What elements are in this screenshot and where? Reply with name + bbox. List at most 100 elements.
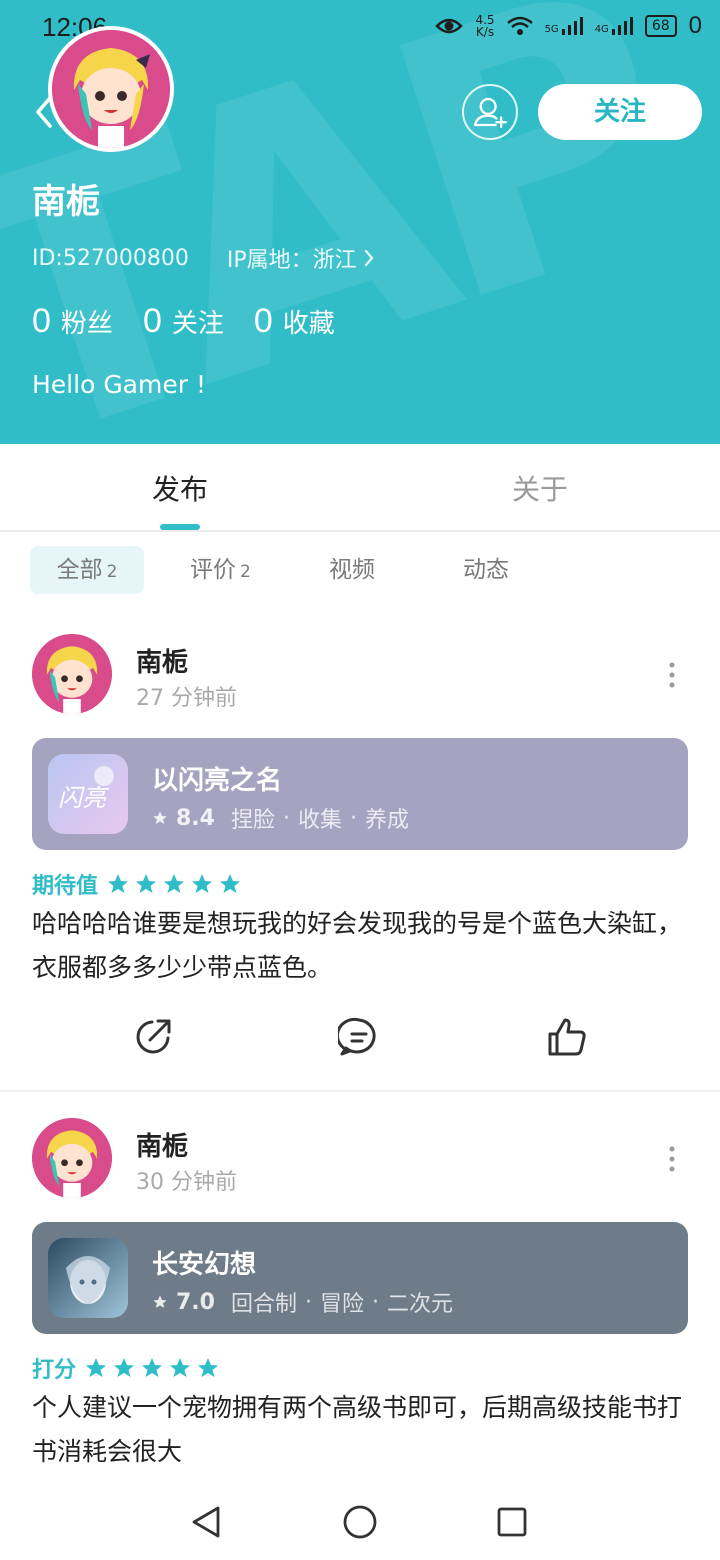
status-icons: 4.5 K/s 5G 4G 68 0 [435,12,702,40]
chevron-right-icon [364,249,374,267]
game-title: 以闪亮之名 [152,766,283,796]
avatar-illustration [52,30,170,148]
network-speed: 4.5 K/s [475,13,495,39]
game-card[interactable]: 长安幻想 7.0 回合制 · 冒险 · 二次元 [32,1222,688,1334]
post-author[interactable]: 南栀 [136,1126,188,1163]
nav-recents-icon[interactable] [492,1502,532,1542]
tab-about[interactable]: 关于 [512,468,568,508]
stat-favorites-count: 0 [253,302,273,340]
nav-home-icon[interactable] [340,1502,380,1542]
tag-separator: · [372,1289,380,1315]
post-avatar[interactable] [32,1118,112,1198]
post-item: 南栀 27 分钟前 闪亮 以闪亮之名 8.4 捏脸 · 收集 · 养成 期待值 … [0,632,720,1092]
filter-all-label: 全部 [56,557,103,583]
rating-stars [106,872,242,896]
stat-fans-label: 粉丝 [60,309,113,339]
wifi-icon [506,16,533,35]
signal-5g: 5G [545,17,583,35]
star-icon [198,1358,219,1377]
post-text[interactable]: 个人建议一个宠物拥有两个高级书即可，后期高级技能书打书消耗会很大 [32,1386,688,1474]
like-icon[interactable] [546,1016,588,1058]
game-tag: 二次元 [387,1292,454,1317]
avatar-illustration [32,1118,112,1198]
game-tag: 养成 [365,808,410,833]
add-friend-icon[interactable] [462,84,518,140]
rating-row: 期待值 [32,868,242,900]
profile-avatar[interactable] [48,26,174,152]
stat-favorites-label: 收藏 [282,309,335,339]
star-icon [164,874,185,893]
stat-following[interactable]: 0 关注 [143,302,224,341]
battery-indicator: 68 [644,15,677,37]
tag-separator: · [305,1289,312,1315]
game-tag: 回合制 [230,1292,297,1317]
post-author[interactable]: 南栀 [136,642,188,679]
rating-label: 期待值 [32,874,99,899]
star-icon [86,1358,107,1377]
game-tag: 收集 [298,808,343,833]
rating-label: 打分 [32,1358,77,1383]
filter-moment[interactable]: 动态 [463,546,509,594]
game-card[interactable]: 闪亮 以闪亮之名 8.4 捏脸 · 收集 · 养成 [32,738,688,850]
follow-button[interactable]: 关注 [538,84,702,140]
star-icon [153,811,167,824]
stat-fans-count: 0 [32,302,51,340]
profile-stats: 0 粉丝 0 关注 0 收藏 [32,302,335,341]
filter-review-count: 2 [240,562,251,582]
stat-fans[interactable]: 0 粉丝 [32,302,113,341]
post-time: 27 分钟前 [136,686,237,711]
game-meta: 8.4 捏脸 · 收集 · 养成 [152,802,409,834]
profile-bio: Hello Gamer ! [32,370,206,399]
filter-all-count: 2 [106,562,118,582]
game-score: 7.0 [176,1289,215,1315]
post-time: 30 分钟前 [136,1170,237,1195]
avatar-illustration [32,634,112,714]
stat-following-label: 关注 [171,309,224,339]
eye-icon [435,18,464,34]
filter-video[interactable]: 视频 [329,546,375,594]
more-icon[interactable] [662,660,682,690]
game-icon [48,1238,128,1318]
game-score: 8.4 [176,805,215,831]
star-icon [142,1358,163,1377]
system-nav-bar [0,1480,720,1560]
filter-review[interactable]: 评价 2 [190,546,251,594]
profile-header: TAP 12:06 4.5 K/s 5G 4G 68 0 关注 南栀 ID:52… [0,0,720,444]
rating-row: 打分 [32,1352,220,1384]
rating-stars [84,1356,220,1380]
tag-separator: · [350,805,358,831]
profile-username: 南栀 [32,182,100,222]
signal-4g: 4G [595,17,633,35]
post-avatar[interactable] [32,634,112,714]
ip-location[interactable]: IP属地：浙江 [227,242,375,274]
game-tag: 捏脸 [230,808,275,833]
post-item: 南栀 30 分钟前 长安幻想 7.0 回合制 · 冒险 · 二次元 打分 个人建… [0,1116,720,1476]
game-icon: 闪亮 [48,754,128,834]
game-title: 长安幻想 [152,1250,257,1280]
game-meta: 7.0 回合制 · 冒险 · 二次元 [152,1286,453,1318]
stat-favorites[interactable]: 0 收藏 [254,302,335,341]
star-icon [108,874,129,893]
post-actions [0,1016,720,1066]
star-icon [153,1295,167,1308]
tag-separator: · [283,805,290,831]
more-icon[interactable] [662,1144,682,1174]
share-icon[interactable] [132,1016,174,1058]
ip-location-text: IP属地：浙江 [226,248,357,273]
stat-following-count: 0 [142,302,162,340]
profile-tabs: 发布 关于 [0,444,720,532]
svg-text:闪亮: 闪亮 [58,784,109,812]
profile-meta: ID:527000800 IP属地：浙江 [32,242,375,274]
comment-icon[interactable] [338,1016,380,1058]
post-text[interactable]: 哈哈哈哈谁要是想玩我的好会发现我的号是个蓝色大染缸，衣服都多多少少带点蓝色。 [32,902,688,990]
filter-all[interactable]: 全部 2 [30,546,144,594]
tab-publish[interactable]: 发布 [152,468,208,508]
star-icon [220,874,241,893]
star-icon [114,1358,135,1377]
game-tag: 冒险 [320,1292,365,1317]
filter-chips: 全部 2 评价 2 视频 动态 [0,546,720,594]
nav-back-icon[interactable] [186,1502,226,1542]
filter-review-label: 评价 [190,557,236,583]
notification-count: 0 [688,12,702,39]
star-icon [136,874,157,893]
